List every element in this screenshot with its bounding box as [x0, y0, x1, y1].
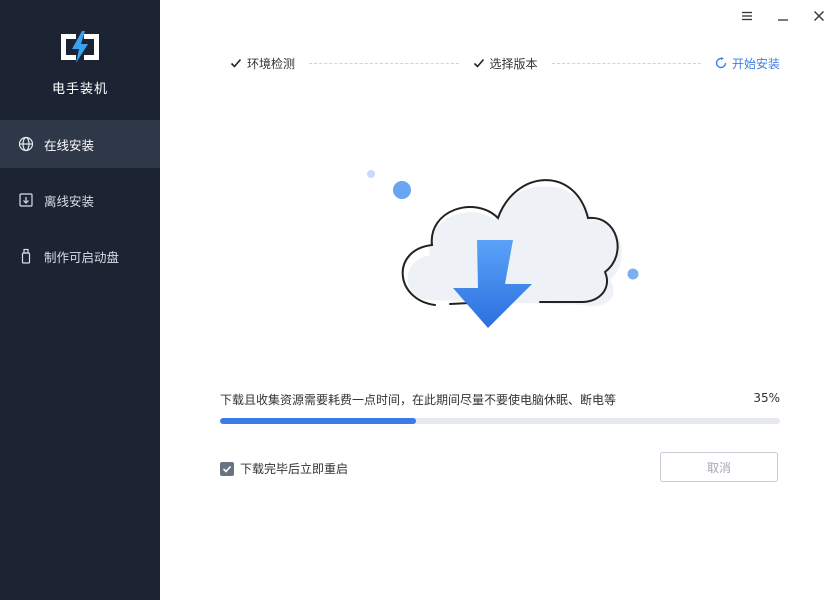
step-select-version: 选择版本 — [473, 55, 538, 72]
sidebar-item-offline-install[interactable]: 离线安装 — [0, 176, 160, 224]
close-icon — [814, 11, 824, 21]
restart-checkbox[interactable] — [220, 461, 234, 476]
decor-dot — [393, 181, 411, 199]
progress-bar — [220, 418, 780, 424]
cancel-button[interactable]: 取消 — [660, 452, 778, 482]
cloud-download-illustration — [367, 170, 639, 328]
step-label: 选择版本 — [489, 56, 538, 71]
check-icon — [230, 58, 242, 68]
menu-button[interactable] — [736, 6, 758, 26]
progress-bar-fill — [220, 418, 416, 424]
window-controls — [736, 6, 830, 26]
download-box-icon — [18, 192, 34, 208]
install-steps: 环境检测 选择版本 开始安装 — [230, 54, 780, 72]
sidebar: 电手装机 在线安装 离线安装 制作可启动盘 — [0, 0, 160, 600]
app-logo-block: 电手装机 — [0, 30, 160, 97]
step-label: 开始安装 — [732, 56, 781, 71]
progress-percent: 35% — [753, 391, 780, 405]
check-icon — [473, 58, 484, 68]
step-start-install: 开始安装 — [715, 55, 780, 72]
decor-dot — [367, 170, 375, 178]
app-title: 电手装机 — [51, 82, 108, 97]
check-icon — [222, 465, 232, 473]
menu-icon — [742, 11, 752, 21]
progress-message: 下载且收集资源需要耗费一点时间，在此期间尽量不要使电脑休眠、断电等 — [220, 393, 617, 407]
sidebar-item-label: 在线安装 — [44, 137, 95, 153]
step-environment-check: 环境检测 — [230, 55, 295, 72]
decor-dot — [627, 268, 639, 280]
close-button[interactable] — [808, 6, 830, 26]
restart-option[interactable]: 下载完毕后立即重启 — [220, 460, 348, 477]
minimize-icon — [778, 19, 788, 21]
step-divider — [551, 62, 701, 64]
sidebar-item-label: 离线安装 — [44, 193, 95, 209]
sidebar-item-online-install[interactable]: 在线安装 — [0, 120, 160, 168]
app-logo-icon — [61, 31, 99, 63]
globe-icon — [18, 136, 34, 152]
sidebar-item-label: 制作可启动盘 — [44, 249, 120, 265]
loading-spinner-icon — [715, 57, 727, 69]
minimize-button[interactable] — [772, 6, 794, 26]
restart-checkbox-label: 下载完毕后立即重启 — [240, 462, 349, 476]
sidebar-nav: 在线安装 离线安装 制作可启动盘 — [0, 120, 160, 288]
step-label: 环境检测 — [247, 56, 296, 71]
step-divider — [309, 62, 459, 64]
sidebar-item-bootable-disk[interactable]: 制作可启动盘 — [0, 232, 160, 280]
usb-drive-icon — [18, 248, 34, 264]
